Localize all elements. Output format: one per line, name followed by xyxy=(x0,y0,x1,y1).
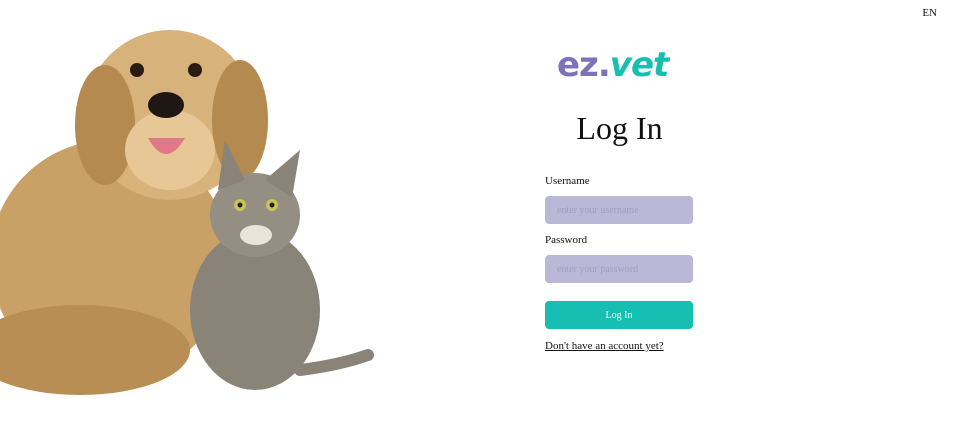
username-input[interactable] xyxy=(545,196,693,224)
login-button[interactable]: Log In xyxy=(545,301,693,329)
password-label: Password xyxy=(545,234,588,246)
pet-hero-image xyxy=(0,30,374,395)
language-selector[interactable]: EN xyxy=(922,7,937,19)
username-label: Username xyxy=(545,175,590,187)
password-input[interactable] xyxy=(545,255,693,283)
ezvet-logo: ez.vet xyxy=(557,45,669,85)
signup-link[interactable]: Don't have an account yet? xyxy=(545,340,664,352)
page-title: Log In xyxy=(576,110,663,146)
